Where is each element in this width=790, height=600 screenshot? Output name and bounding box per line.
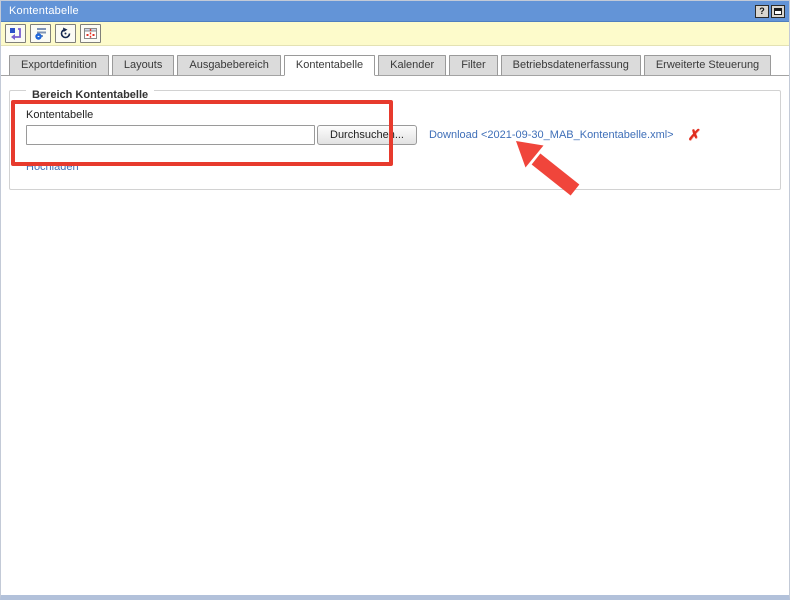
file-path-input[interactable] xyxy=(26,125,315,145)
maximize-button[interactable] xyxy=(771,5,785,18)
file-field-label: Kontentabelle xyxy=(26,109,772,121)
upload-link[interactable]: Hochladen xyxy=(26,161,79,173)
table-split-icon xyxy=(84,27,97,40)
download-label: Download xyxy=(429,129,478,141)
dialog-window: Kontentabelle ? xyxy=(0,0,790,600)
apply-icon xyxy=(9,27,22,40)
history-button[interactable] xyxy=(55,24,76,43)
save-list-icon xyxy=(34,27,47,40)
delete-file-icon[interactable]: ✗ xyxy=(687,128,701,143)
download-link[interactable]: Download <2021-09-30_MAB_Kontentabelle.x… xyxy=(429,129,674,141)
tab-kontentabelle[interactable]: Kontentabelle xyxy=(284,55,375,76)
tab-content: Bereich Kontentabelle Kontentabelle Durc… xyxy=(1,76,789,190)
toolbar xyxy=(1,22,789,46)
tab-filter[interactable]: Filter xyxy=(449,55,497,76)
kontentabelle-group: Bereich Kontentabelle Kontentabelle Durc… xyxy=(9,90,781,190)
tab-bar: Exportdefinition Layouts Ausgabebereich … xyxy=(1,55,789,76)
apply-button[interactable] xyxy=(5,24,26,43)
tab-erweiterte-steuerung[interactable]: Erweiterte Steuerung xyxy=(644,55,771,76)
tab-exportdefinition[interactable]: Exportdefinition xyxy=(9,55,109,76)
download-filename: <2021-09-30_MAB_Kontentabelle.xml> xyxy=(481,129,674,141)
tab-betriebsdatenerfassung[interactable]: Betriebsdatenerfassung xyxy=(501,55,641,76)
window-title: Kontentabelle xyxy=(9,5,753,17)
save-list-button[interactable] xyxy=(30,24,51,43)
window-icon xyxy=(774,8,782,15)
tab-layouts[interactable]: Layouts xyxy=(112,55,175,76)
help-button[interactable]: ? xyxy=(755,5,769,18)
table-split-button[interactable] xyxy=(80,24,101,43)
tab-ausgabebereich[interactable]: Ausgabebereich xyxy=(177,55,281,76)
toolbar-spacer xyxy=(1,46,789,55)
history-icon xyxy=(59,27,72,40)
tab-kalender[interactable]: Kalender xyxy=(378,55,446,76)
help-icon: ? xyxy=(759,6,765,16)
group-legend: Bereich Kontentabelle xyxy=(26,89,154,101)
browse-button[interactable]: Durchsuchen... xyxy=(317,125,417,145)
titlebar: Kontentabelle ? xyxy=(1,1,789,22)
